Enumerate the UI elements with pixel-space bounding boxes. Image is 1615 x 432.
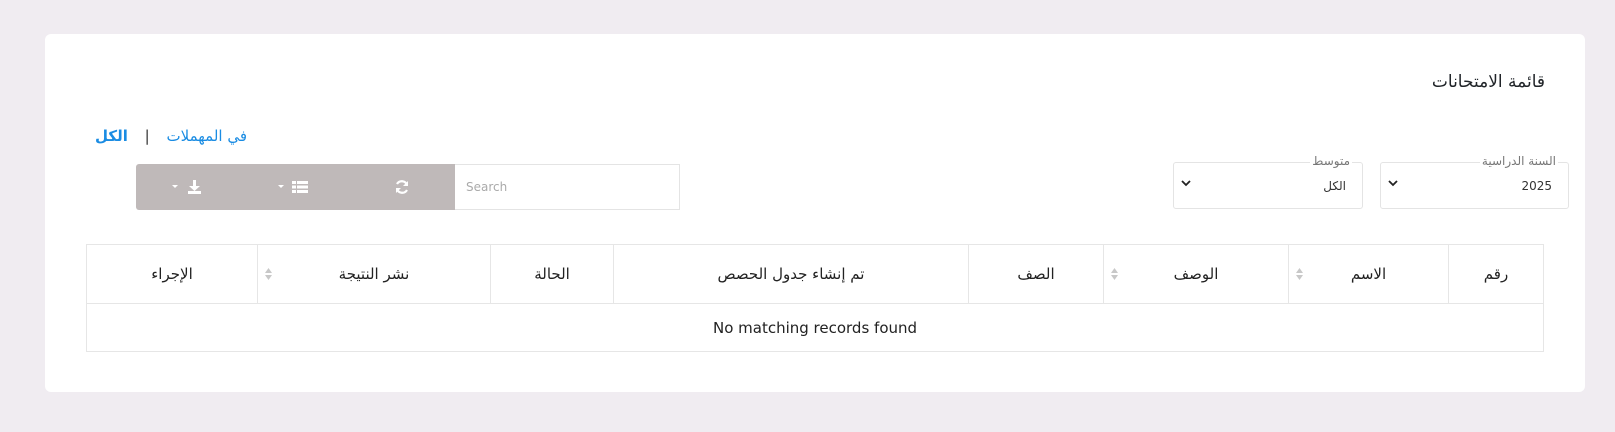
filter-links: في المهملات | الكل: [95, 127, 247, 145]
column-header-class: الصف: [968, 245, 1103, 303]
chevron-down-icon: [1181, 180, 1191, 187]
column-header-label: الاسم: [1350, 265, 1387, 283]
filter-trash-link[interactable]: في المهملات: [167, 127, 248, 145]
refresh-button[interactable]: [348, 164, 455, 210]
academic-year-value: 2025: [1521, 179, 1552, 193]
column-header-timetable-created: تم إنشاء جدول الحصص: [613, 245, 968, 303]
filter-all-link[interactable]: الكل: [95, 127, 128, 145]
level-select[interactable]: متوسط الكل: [1173, 154, 1363, 209]
columns-button[interactable]: [242, 164, 348, 210]
column-header-description[interactable]: الوصف: [1103, 245, 1288, 303]
column-header-label: الصف: [1017, 265, 1055, 283]
column-header-label: الحالة: [534, 265, 570, 283]
level-value: الكل: [1323, 179, 1346, 193]
sort-icon: [265, 268, 272, 280]
table-header-row: رقم الاسم الوصف الصف تم إنشاء جدول الحصص: [87, 245, 1543, 304]
academic-year-legend: السنة الدراسية: [1479, 154, 1558, 168]
column-header-label: الإجراء: [151, 265, 193, 283]
sort-icon: [1296, 268, 1303, 280]
exams-table: رقم الاسم الوصف الصف تم إنشاء جدول الحصص: [86, 244, 1544, 352]
column-header-number: رقم: [1448, 245, 1543, 303]
column-header-label: تم إنشاء جدول الحصص: [717, 265, 865, 283]
list-columns-icon: [278, 181, 308, 193]
column-header-action: الإجراء: [87, 245, 257, 303]
chevron-down-icon: [1388, 180, 1398, 187]
column-header-publish-result[interactable]: نشر النتيجة: [257, 245, 490, 303]
column-header-label: الوصف: [1173, 265, 1219, 283]
search-input[interactable]: [454, 164, 680, 210]
academic-year-select[interactable]: السنة الدراسية 2025: [1380, 154, 1569, 209]
refresh-icon: [395, 180, 408, 194]
filter-separator: |: [144, 127, 150, 145]
column-header-status: الحالة: [490, 245, 613, 303]
toolbar-button-group: [136, 164, 455, 210]
sort-icon: [1111, 268, 1118, 280]
level-legend: متوسط: [1310, 154, 1352, 168]
empty-table-message: No matching records found: [712, 318, 918, 337]
page-title: قائمة الامتحانات: [1431, 72, 1545, 92]
export-button[interactable]: [136, 164, 242, 210]
column-header-label: نشر النتيجة: [338, 265, 410, 283]
column-header-label: رقم: [1483, 265, 1509, 283]
exam-list-card: قائمة الامتحانات في المهملات | الكل السن…: [45, 34, 1585, 392]
download-icon: [172, 180, 201, 194]
column-header-name[interactable]: الاسم: [1288, 245, 1448, 303]
